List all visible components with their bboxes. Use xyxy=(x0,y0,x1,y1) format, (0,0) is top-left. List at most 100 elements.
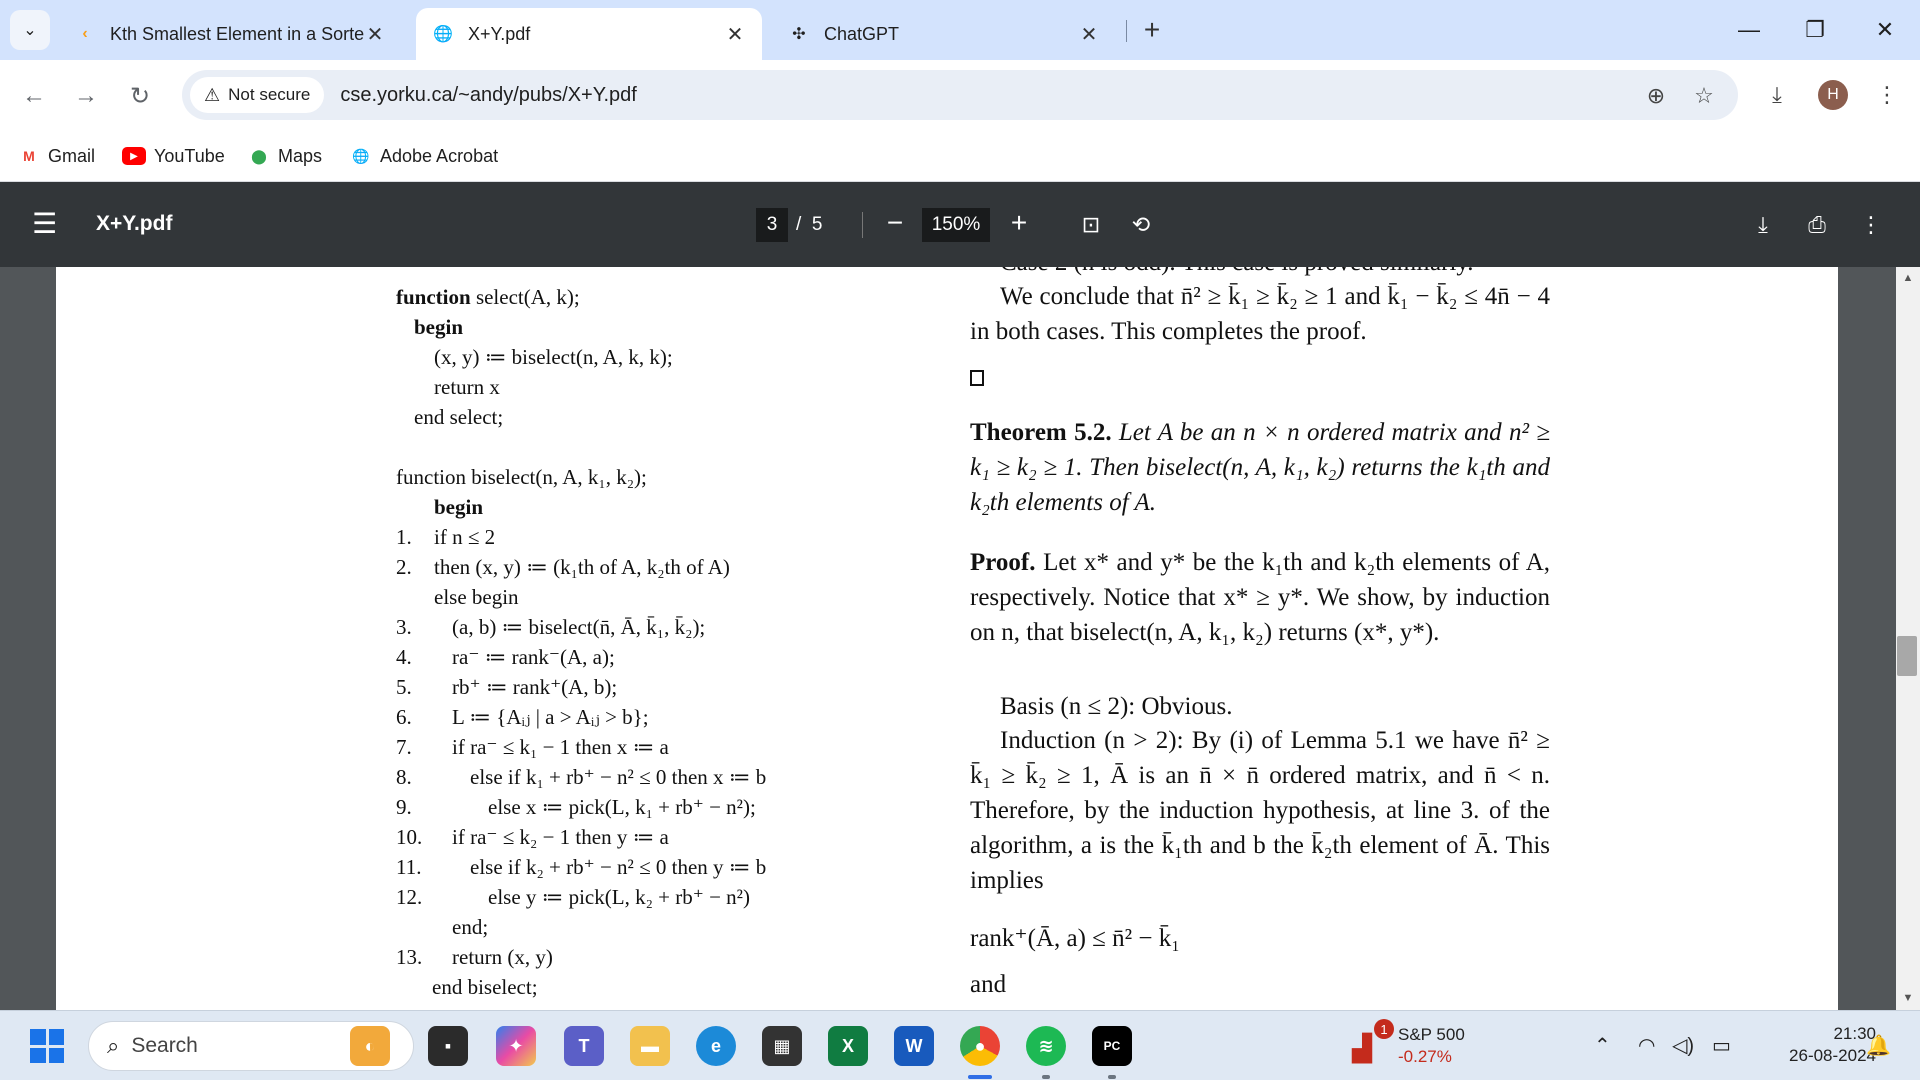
zoom-level-input[interactable]: 150% xyxy=(922,208,990,242)
tab-xy-pdf[interactable]: 🌐 X+Y.pdf ✕ xyxy=(416,8,762,60)
kebab-menu-icon[interactable]: ⋮ xyxy=(1870,78,1904,112)
algo-text: select(A, k); xyxy=(475,285,580,309)
scroll-down-arrow-icon[interactable]: ▼ xyxy=(1900,992,1916,1008)
line-number: 12. xyxy=(396,885,423,909)
page-number-input[interactable]: 3 xyxy=(756,208,788,242)
scroll-up-arrow-icon[interactable]: ▲ xyxy=(1900,272,1916,288)
pdf-title: X+Y.pdf xyxy=(96,212,173,235)
bookmark-maps[interactable]: ⬤ Maps xyxy=(248,142,322,170)
rotate-icon[interactable]: ⟲ xyxy=(1124,208,1158,242)
clock[interactable]: 21:30 26-08-2024 xyxy=(1756,1023,1876,1067)
zoom-out-icon[interactable]: − xyxy=(878,208,912,242)
teams-icon[interactable]: T xyxy=(564,1026,604,1066)
excel-icon[interactable]: X xyxy=(828,1026,868,1066)
tab-search-chevron-icon[interactable]: ⌄ xyxy=(10,10,50,50)
algo-begin: begin xyxy=(414,315,464,339)
bookmark-gmail[interactable]: M Gmail xyxy=(18,142,95,170)
line-number: 6. xyxy=(396,705,412,729)
avatar: H xyxy=(1818,80,1848,110)
close-icon[interactable]: ✕ xyxy=(1078,22,1100,47)
search-icon: ⌕ xyxy=(107,1033,120,1058)
scrollbar-thumb[interactable] xyxy=(1897,636,1917,676)
tab-leetcode[interactable]: ‹ Kth Smallest Element in a Sorte ✕ xyxy=(58,8,402,60)
algorithm-line: else y ≔ pick(L, k₂ + rb⁺ − n²) xyxy=(488,885,750,909)
file-explorer-dark-icon[interactable]: ▪ xyxy=(428,1026,468,1066)
bookmark-youtube[interactable]: ▶ YouTube xyxy=(122,142,225,170)
spotify-running-indicator xyxy=(1042,1075,1050,1079)
forward-arrow-icon[interactable]: → xyxy=(66,76,106,116)
conclusion-paragraph: We conclude that n̄² ≥ k̄₁ ≥ k̄₂ ≥ 1 and… xyxy=(970,283,1550,345)
fit-page-icon[interactable]: ⊡ xyxy=(1074,208,1108,242)
clock-date: 26-08-2024 xyxy=(1789,1046,1876,1065)
algorithm-line: if ra⁻ ≤ k₁ − 1 then x ≔ a xyxy=(452,735,669,759)
folder-icon[interactable]: ▬ xyxy=(630,1026,670,1066)
line-number: 13. xyxy=(396,945,423,969)
bookmark-label: Maps xyxy=(278,145,323,166)
spotify-icon[interactable]: ≋ xyxy=(1026,1026,1066,1066)
globe-icon: 🌐 xyxy=(433,26,453,43)
back-arrow-icon[interactable]: ← xyxy=(14,76,54,116)
algorithm-line: then (x, y) ≔ (k₁th of A, k₂th of A) xyxy=(434,555,730,579)
tab-chatgpt[interactable]: ✣ ChatGPT ✕ xyxy=(772,8,1116,60)
chrome-icon[interactable]: ● xyxy=(960,1026,1000,1066)
notification-badge: 1 xyxy=(1374,1019,1394,1039)
line-number: 8. xyxy=(396,765,412,789)
wifi-icon[interactable]: ◠ xyxy=(1638,1033,1655,1058)
battery-icon[interactable]: ▭ xyxy=(1712,1033,1731,1058)
line-number: 5. xyxy=(396,675,412,699)
bookmark-star-icon[interactable]: ☆ xyxy=(1690,82,1718,110)
windows-start-icon[interactable] xyxy=(30,1029,64,1063)
algorithm-line: else begin xyxy=(434,585,519,609)
line-number: 10. xyxy=(396,825,423,849)
browser-toolbar: ← → ↻ ⚠ Not secure cse.yorku.ca/~andy/pu… xyxy=(0,60,1920,130)
tab-separator xyxy=(1126,20,1127,42)
line-number: 4. xyxy=(396,645,412,669)
store-icon[interactable]: ▦ xyxy=(762,1026,802,1066)
widgets-icon[interactable]: ◐ xyxy=(350,1026,390,1066)
bookmark-label: Adobe Acrobat xyxy=(380,145,499,166)
pdf-download-icon[interactable]: ⤓ xyxy=(1746,208,1780,242)
reload-icon[interactable]: ↻ xyxy=(120,76,160,116)
leetcode-icon: ‹ xyxy=(82,25,88,42)
chevron-up-icon[interactable]: ⌃ xyxy=(1594,1033,1611,1058)
pycharm-icon[interactable]: PC xyxy=(1092,1026,1132,1066)
profile-avatar[interactable]: H xyxy=(1816,78,1850,112)
induction-paragraph: Induction (n > 2): By (i) of Lemma 5.1 w… xyxy=(970,727,1550,894)
stock-change: -0.27% xyxy=(1398,1047,1452,1066)
more-options-icon[interactable]: ⋮ xyxy=(1854,208,1888,242)
acrobat-icon: 🌐 xyxy=(352,147,370,164)
print-icon[interactable]: ⎙ xyxy=(1800,208,1834,242)
pdf-viewer[interactable]: function select(A, k); begin (x, y) ≔ bi… xyxy=(0,267,1920,1010)
notification-bell-icon[interactable]: 🔔 xyxy=(1866,1033,1891,1058)
security-chip[interactable]: ⚠ Not secure xyxy=(190,77,325,113)
tab-title: Kth Smallest Element in a Sorte xyxy=(110,23,364,44)
line-number: 7. xyxy=(396,735,412,759)
zoom-in-icon[interactable]: + xyxy=(1002,208,1036,242)
close-icon[interactable]: ✕ xyxy=(364,22,386,47)
url-text[interactable]: cse.yorku.ca/~andy/pubs/X+Y.pdf xyxy=(340,84,637,107)
zoom-magnifier-icon[interactable]: ⊕ xyxy=(1642,82,1670,110)
word-icon[interactable]: W xyxy=(894,1026,934,1066)
download-icon[interactable]: ⤓ xyxy=(1760,78,1794,112)
algorithm-line: end biselect; xyxy=(432,975,538,999)
stock-chart-icon: ▟ xyxy=(1352,1033,1372,1063)
theorem-paragraph: Theorem 5.2. Let A be an n × n ordered m… xyxy=(970,415,1550,520)
algorithm-line: end; xyxy=(452,915,489,939)
restore-icon[interactable]: ❐ xyxy=(1790,12,1840,48)
new-tab-plus-icon[interactable]: + xyxy=(1138,16,1166,44)
bookmark-adobe-acrobat[interactable]: 🌐 Adobe Acrobat xyxy=(350,142,498,170)
algorithm-line: (a, b) ≔ biselect(n̄, Ā, k̄₁, k̄₂); xyxy=(452,615,706,639)
minimize-icon[interactable]: — xyxy=(1724,12,1774,48)
algo-call: (x, y) ≔ biselect(n, A, k, k); xyxy=(434,345,673,369)
algorithm-line: rb⁺ ≔ rank⁺(A, b); xyxy=(452,675,618,699)
tab-title: ChatGPT xyxy=(824,23,900,44)
hamburger-menu-icon[interactable]: ☰ xyxy=(32,210,62,240)
copilot-icon[interactable]: ✦ xyxy=(496,1026,536,1066)
close-icon[interactable]: ✕ xyxy=(724,22,746,47)
volume-icon[interactable]: ◁) xyxy=(1672,1033,1694,1058)
window-close-icon[interactable]: ✕ xyxy=(1860,12,1910,48)
pycharm-running-indicator xyxy=(1108,1075,1116,1079)
address-bar[interactable]: ⚠ Not secure cse.yorku.ca/~andy/pubs/X+Y… xyxy=(182,70,1738,120)
edge-icon[interactable]: e xyxy=(696,1026,736,1066)
algorithm-line: else if k₂ + rb⁺ − n² ≤ 0 then y ≔ b xyxy=(470,855,767,879)
